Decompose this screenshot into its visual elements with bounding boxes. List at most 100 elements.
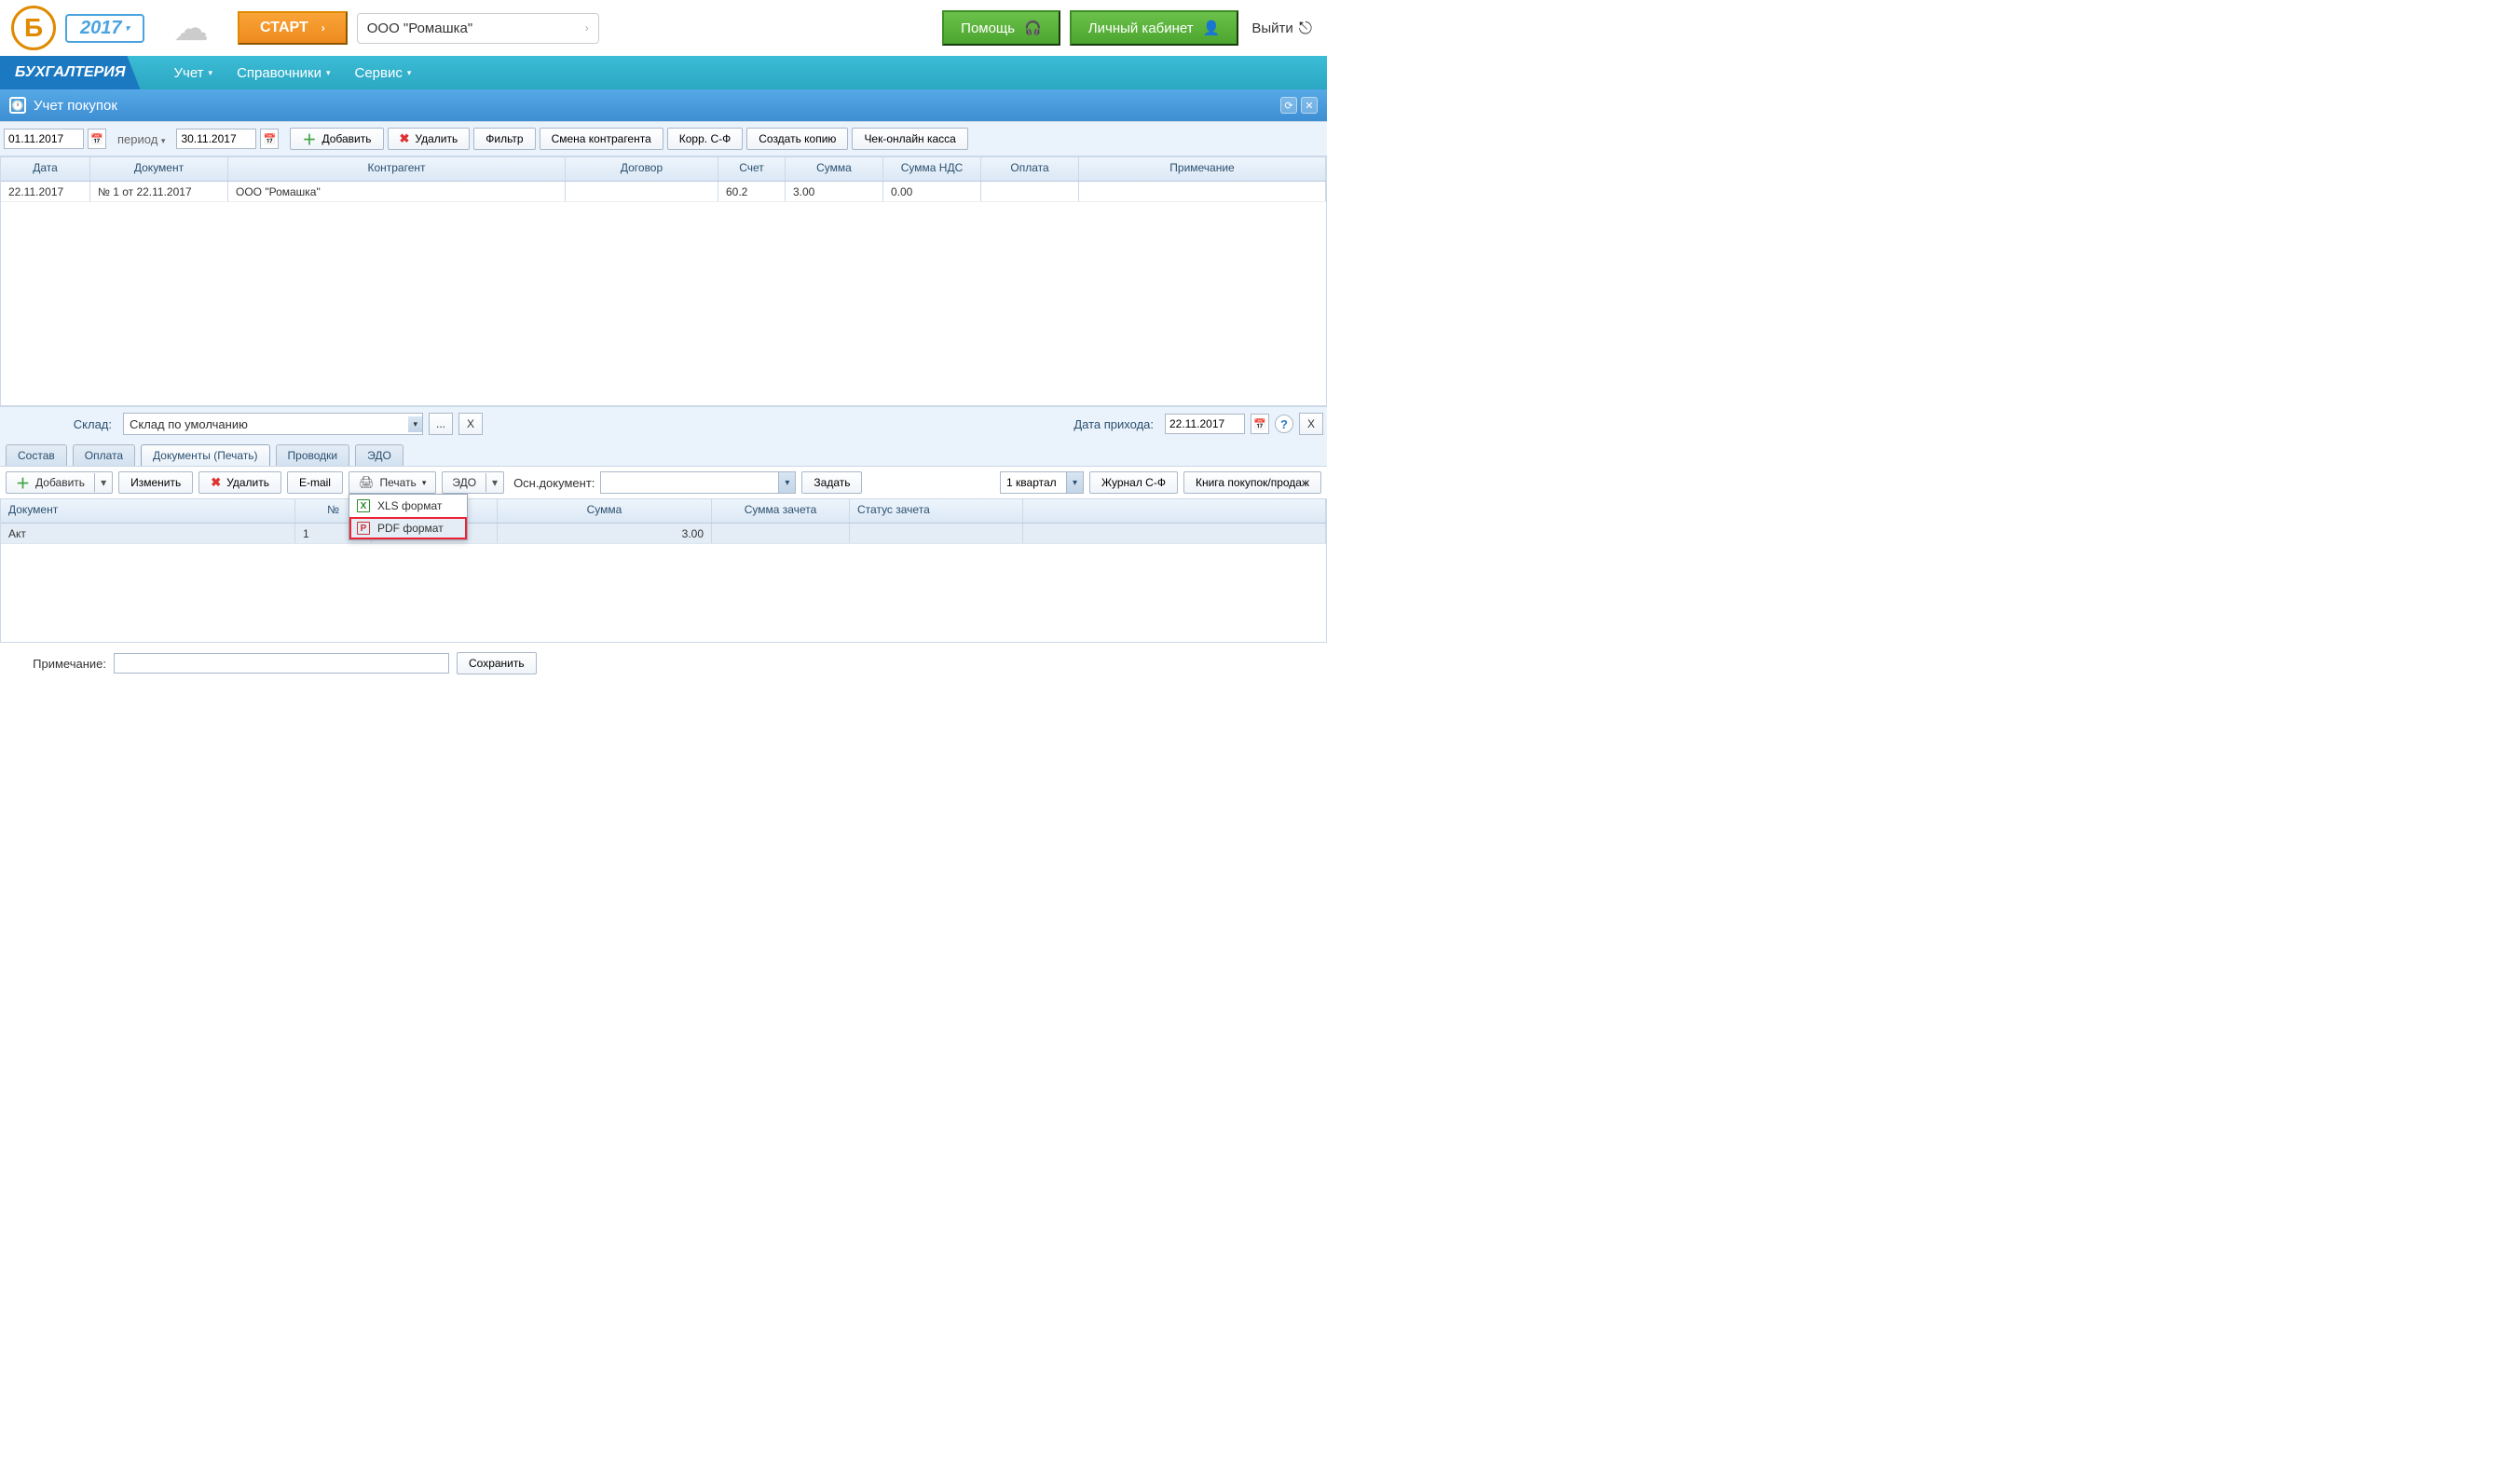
cell2-doc: Акт xyxy=(1,524,295,543)
note-input[interactable] xyxy=(114,653,449,674)
print-pdf-item[interactable]: P PDF формат xyxy=(349,517,467,539)
tab-oplata[interactable]: Оплата xyxy=(73,444,135,466)
refresh-icon[interactable]: ⟳ xyxy=(1280,97,1297,114)
col2-doc[interactable]: Документ xyxy=(1,499,295,523)
chevron-down-icon[interactable]: ▾ xyxy=(94,473,112,492)
quarter-value[interactable] xyxy=(1001,472,1066,493)
col-doc[interactable]: Документ xyxy=(90,157,228,181)
year-selector[interactable]: 2017 ▾ xyxy=(65,14,144,43)
col2-status[interactable]: Статус зачета xyxy=(850,499,1023,523)
help-icon[interactable]: ? xyxy=(1275,415,1293,433)
email-button[interactable]: E-mail xyxy=(287,471,343,494)
calendar-icon[interactable]: 📅 xyxy=(1251,414,1269,434)
col2-sum-zachet[interactable]: Сумма зачета xyxy=(712,499,850,523)
period-dropdown[interactable]: период ▾ xyxy=(110,129,172,149)
tab-sostav[interactable]: Состав xyxy=(6,444,67,466)
help-button[interactable]: Помощь 🎧 xyxy=(942,10,1060,46)
warehouse-label: Склад: xyxy=(4,417,117,431)
main-navbar: БУХГАЛТЕРИЯ Учет▾ Справочники▾ Сервис▾ xyxy=(0,56,1327,89)
pdf-icon: P xyxy=(357,522,370,535)
plus-icon: ＋ xyxy=(16,473,30,493)
date-to-input[interactable] xyxy=(176,129,256,149)
purchase-book-button[interactable]: Книга покупок/продаж xyxy=(1183,471,1321,494)
check-online-button[interactable]: Чек-онлайн касса xyxy=(852,128,967,150)
col2-blank2[interactable] xyxy=(1023,499,1326,523)
quarter-combo[interactable]: ▾ xyxy=(1000,471,1084,494)
cell-counterparty: ООО "Ромашка" xyxy=(228,182,566,201)
logout-icon: ⎋ xyxy=(1299,19,1312,38)
nav-item-servis[interactable]: Сервис▾ xyxy=(354,65,411,81)
col2-sum[interactable]: Сумма xyxy=(498,499,712,523)
save-button[interactable]: Сохранить xyxy=(457,652,537,674)
chevron-down-icon[interactable]: ▾ xyxy=(778,472,795,493)
printer-icon: 🖨 xyxy=(359,475,375,490)
copy-button[interactable]: Создать копию xyxy=(746,128,848,150)
cell-contract xyxy=(566,182,718,201)
warehouse-browse-button[interactable]: ... xyxy=(429,413,453,435)
delete-doc-button[interactable]: ✖Удалить xyxy=(198,471,281,494)
print-button[interactable]: 🖨Печать ▾ X XLS формат P PDF формат xyxy=(349,471,436,494)
cell2-status xyxy=(850,524,1023,543)
chevron-down-icon[interactable]: ▾ xyxy=(1066,472,1083,493)
warehouse-selector[interactable]: Склад по умолчанию ▾ xyxy=(123,413,423,435)
calendar-icon[interactable]: 📅 xyxy=(260,129,279,149)
chevron-down-icon: ▾ xyxy=(422,478,427,488)
journal-sf-button[interactable]: Журнал С-Ф xyxy=(1089,471,1178,494)
start-label: СТАРТ xyxy=(260,20,308,36)
col-sum-vat[interactable]: Сумма НДС xyxy=(883,157,981,181)
arrival-date-label: Дата прихода: xyxy=(1068,417,1159,431)
print-xls-item[interactable]: X XLS формат xyxy=(349,495,467,517)
tab-provodki[interactable]: Проводки xyxy=(276,444,350,466)
organization-selector[interactable]: ООО "Ромашка" › xyxy=(357,13,599,44)
edit-doc-button[interactable]: Изменить xyxy=(118,471,193,494)
cabinet-label: Личный кабинет xyxy=(1088,20,1194,36)
app-title-wrap: БУХГАЛТЕРИЯ xyxy=(0,56,140,89)
add-button[interactable]: ＋Добавить xyxy=(290,128,383,150)
start-button[interactable]: СТАРТ › xyxy=(238,11,348,45)
col-account[interactable]: Счет xyxy=(718,157,786,181)
nav-item-uchet[interactable]: Учет▾ xyxy=(173,65,212,81)
set-button[interactable]: Задать xyxy=(801,471,862,494)
add-doc-button[interactable]: ＋Добавить ▾ xyxy=(6,471,113,494)
warehouse-clear-button[interactable]: X xyxy=(458,413,483,435)
col-payment[interactable]: Оплата xyxy=(981,157,1079,181)
arrival-date-input[interactable] xyxy=(1165,414,1245,434)
chevron-down-icon[interactable]: ▾ xyxy=(485,473,503,492)
edo-button[interactable]: ЭДО ▾ xyxy=(442,471,504,494)
top-bar: Б 2017 ▾ ☁ СТАРТ › ООО "Ромашка" › Помощ… xyxy=(0,0,1327,56)
main-doc-label: Осн.документ: xyxy=(513,476,595,490)
date-from-input[interactable] xyxy=(4,129,84,149)
cell-doc: № 1 от 22.11.2017 xyxy=(90,182,228,201)
cabinet-button[interactable]: Личный кабинет 👤 xyxy=(1070,10,1239,46)
chevron-down-icon: ▾ xyxy=(407,68,412,78)
grid-body[interactable]: 22.11.2017 № 1 от 22.11.2017 ООО "Ромашк… xyxy=(1,182,1326,405)
tab-edo[interactable]: ЭДО xyxy=(355,444,403,466)
main-doc-combo[interactable]: ▾ xyxy=(600,471,796,494)
arrival-clear-button[interactable]: X xyxy=(1299,413,1323,435)
col-contract[interactable]: Договор xyxy=(566,157,718,181)
table-row[interactable]: 22.11.2017 № 1 от 22.11.2017 ООО "Ромашк… xyxy=(1,182,1326,202)
clock-icon: 🕐 xyxy=(9,97,26,114)
detail-tabs: Состав Оплата Документы (Печать) Проводк… xyxy=(0,441,1327,467)
close-icon[interactable]: ✕ xyxy=(1301,97,1318,114)
corr-sf-button[interactable]: Корр. С-Ф xyxy=(667,128,743,150)
filter-toolbar: 📅 период ▾ 📅 ＋Добавить ✖Удалить Фильтр С… xyxy=(0,121,1327,157)
calendar-icon[interactable]: 📅 xyxy=(88,129,106,149)
filter-button[interactable]: Фильтр xyxy=(473,128,535,150)
logout-link[interactable]: Выйти ⎋ xyxy=(1248,13,1316,44)
col-note[interactable]: Примечание xyxy=(1079,157,1326,181)
table-row[interactable]: Акт 1 3.00 xyxy=(1,524,1326,544)
delete-button[interactable]: ✖Удалить xyxy=(388,128,471,150)
x-icon: ✖ xyxy=(400,131,410,146)
tab-documents-print[interactable]: Документы (Печать) xyxy=(141,444,270,466)
plus-icon: ＋ xyxy=(302,129,316,149)
nav-item-spravochniki[interactable]: Справочники▾ xyxy=(237,65,330,81)
col-counterparty[interactable]: Контрагент xyxy=(228,157,566,181)
col-sum[interactable]: Сумма xyxy=(786,157,883,181)
col-date[interactable]: Дата xyxy=(1,157,90,181)
main-doc-input[interactable] xyxy=(601,472,778,493)
documents-toolbar: ＋Добавить ▾ Изменить ✖Удалить E-mail 🖨Пе… xyxy=(0,467,1327,499)
change-counterparty-button[interactable]: Смена контрагента xyxy=(540,128,663,150)
grid2-body[interactable]: Акт 1 3.00 xyxy=(1,524,1326,643)
help-label: Помощь xyxy=(961,20,1015,36)
